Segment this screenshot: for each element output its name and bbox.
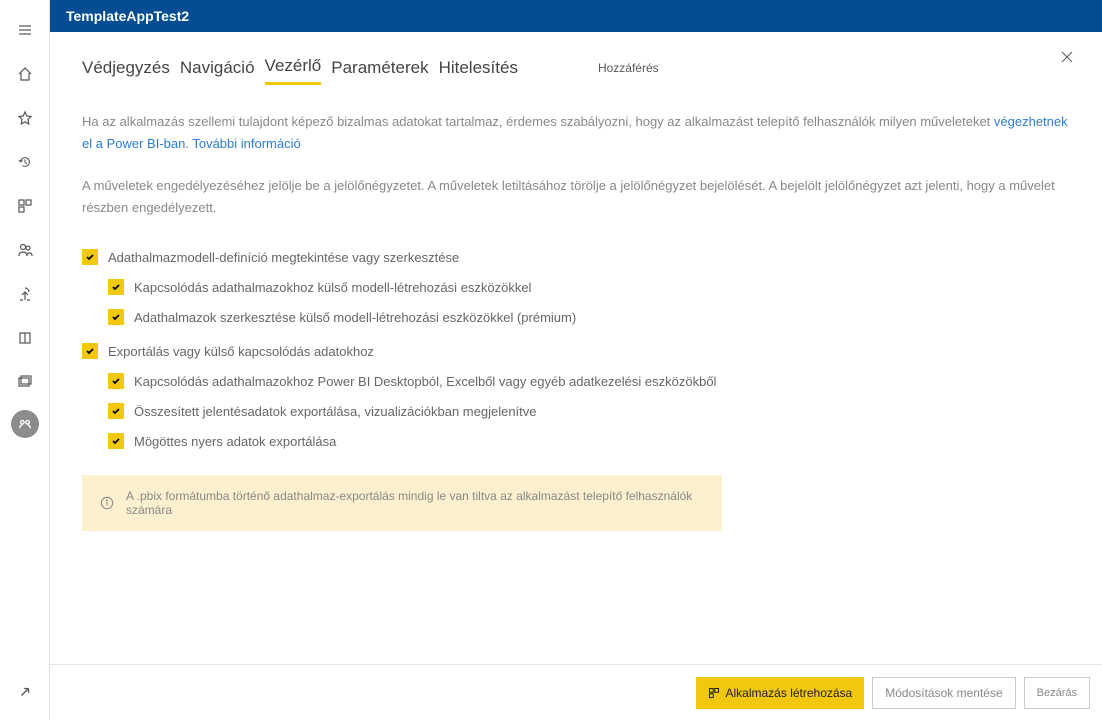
hamburger-icon[interactable]	[5, 10, 45, 50]
tab-bar: Védjegyzés Navigáció Vezérlő Paraméterek…	[82, 50, 1070, 85]
people-icon[interactable]	[5, 230, 45, 270]
tab-authentication[interactable]: Hitelesítés	[439, 52, 518, 84]
deploy-icon[interactable]	[5, 274, 45, 314]
learn-icon[interactable]	[5, 318, 45, 358]
footer-bar: Alkalmazás létrehozása Módosítások menté…	[50, 664, 1102, 720]
check-group-2: Exportálás vagy külső kapcsolódás adatok…	[82, 343, 1070, 449]
header-bar: TemplateAppTest2	[50, 0, 1102, 32]
check-label: Összesített jelentésadatok exportálása, …	[134, 404, 537, 419]
history-icon[interactable]	[5, 142, 45, 182]
create-app-button[interactable]: Alkalmazás létrehozása	[696, 677, 865, 709]
save-changes-button[interactable]: Módosítások mentése	[872, 677, 1015, 709]
nav-rail	[0, 0, 50, 720]
check-connect-external-tools: Kapcsolódás adathalmazokhoz külső modell…	[108, 279, 1070, 295]
info-banner: A .pbix formátumba történő adathalmaz-ex…	[82, 475, 722, 531]
content-panel: Védjegyzés Navigáció Vezérlő Paraméterek…	[50, 32, 1102, 664]
main-area: TemplateAppTest2 Védjegyzés Navigáció Ve…	[50, 0, 1102, 720]
checkbox[interactable]	[108, 279, 124, 295]
checkbox[interactable]	[108, 433, 124, 449]
check-group-1: Adathalmazmodell-definíció megtekintése …	[82, 249, 1070, 325]
app-title: TemplateAppTest2	[66, 8, 189, 24]
tab-parameters[interactable]: Paraméterek	[331, 52, 428, 84]
tab-branding[interactable]: Védjegyzés	[82, 52, 170, 84]
check-export-summarized: Összesített jelentésadatok exportálása, …	[108, 403, 1070, 419]
info-icon	[100, 496, 114, 510]
star-icon[interactable]	[5, 98, 45, 138]
check-export-connect: Exportálás vagy külső kapcsolódás adatok…	[82, 343, 1070, 359]
workspaces-icon[interactable]	[5, 362, 45, 402]
checkbox[interactable]	[108, 309, 124, 325]
checkbox[interactable]	[82, 343, 98, 359]
check-label: Kapcsolódás adathalmazokhoz Power BI Des…	[134, 374, 716, 389]
close-button[interactable]: Bezárás	[1024, 677, 1090, 709]
apps-icon	[708, 687, 720, 699]
home-icon[interactable]	[5, 54, 45, 94]
check-connect-desktop: Kapcsolódás adathalmazokhoz Power BI Des…	[108, 373, 1070, 389]
workspace-badge-icon[interactable]	[11, 410, 39, 438]
check-view-edit-model: Adathalmazmodell-definíció megtekintése …	[82, 249, 1070, 265]
checkbox[interactable]	[108, 403, 124, 419]
check-edit-external-tools: Adathalmazok szerkesztése külső modell-l…	[108, 309, 1070, 325]
check-label: Mögöttes nyers adatok exportálása	[134, 434, 336, 449]
link-more-info[interactable]: További információ	[192, 136, 300, 151]
description-2: A műveletek engedélyezéséhez jelölje be …	[82, 175, 1070, 219]
expand-icon[interactable]	[5, 672, 45, 712]
check-label: Kapcsolódás adathalmazokhoz külső modell…	[134, 280, 531, 295]
description-1: Ha az alkalmazás szellemi tulajdont képe…	[82, 111, 1070, 155]
checkbox[interactable]	[82, 249, 98, 265]
check-label: Adathalmazok szerkesztése külső modell-l…	[134, 310, 576, 325]
checkbox[interactable]	[108, 373, 124, 389]
check-label: Adathalmazmodell-definíció megtekintése …	[108, 250, 459, 265]
tab-navigation[interactable]: Navigáció	[180, 52, 255, 84]
check-label: Exportálás vagy külső kapcsolódás adatok…	[108, 344, 374, 359]
tab-access[interactable]: Hozzáférés	[598, 61, 659, 75]
close-icon[interactable]	[1060, 50, 1074, 64]
apps-icon[interactable]	[5, 186, 45, 226]
check-export-raw: Mögöttes nyers adatok exportálása	[108, 433, 1070, 449]
info-text: A .pbix formátumba történő adathalmaz-ex…	[126, 489, 704, 517]
tab-control[interactable]: Vezérlő	[265, 50, 322, 85]
